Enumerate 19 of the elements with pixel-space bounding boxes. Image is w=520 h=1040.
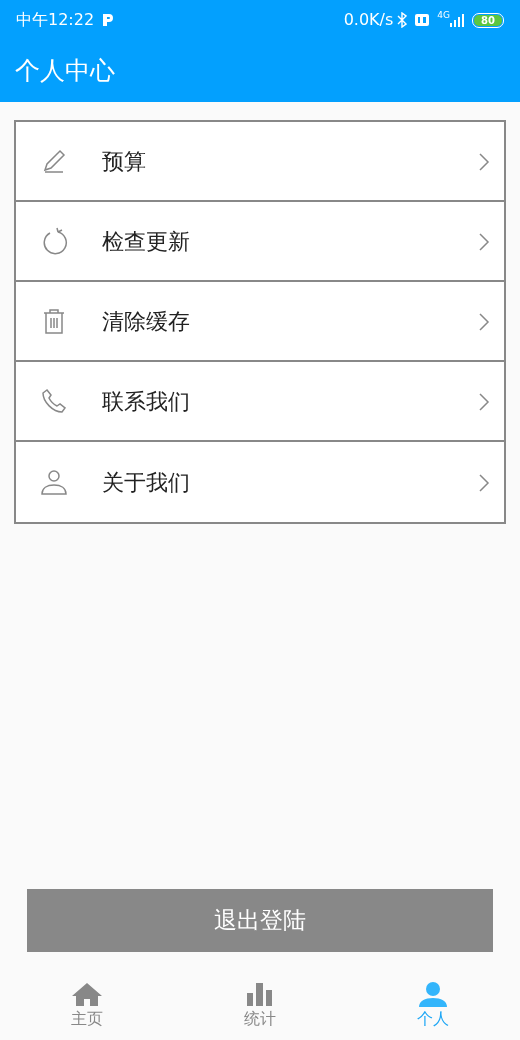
network-speed: 0.0K/s xyxy=(343,9,394,31)
chevron-right-icon xyxy=(478,311,490,332)
person-icon xyxy=(416,981,449,1009)
nav-tab[interactable]: 统计 xyxy=(173,975,346,1040)
person-icon xyxy=(40,468,68,496)
clock-time: 中午12:22 xyxy=(16,9,95,31)
bluetooth-icon xyxy=(397,12,408,28)
parking-icon xyxy=(102,13,115,27)
chevron-right-icon xyxy=(478,472,490,493)
chevron-right-icon xyxy=(478,231,490,252)
signal-icon xyxy=(450,13,464,27)
logout-button[interactable]: 退出登陆 xyxy=(27,889,493,952)
phone-icon xyxy=(40,387,68,415)
chevron-right-icon xyxy=(478,391,490,412)
page-title: 个人中心 xyxy=(15,55,115,88)
chevron-right-icon xyxy=(478,151,490,172)
network-type: 4G xyxy=(437,9,450,22)
home-icon xyxy=(70,981,103,1009)
battery-level: 80 xyxy=(474,14,502,26)
